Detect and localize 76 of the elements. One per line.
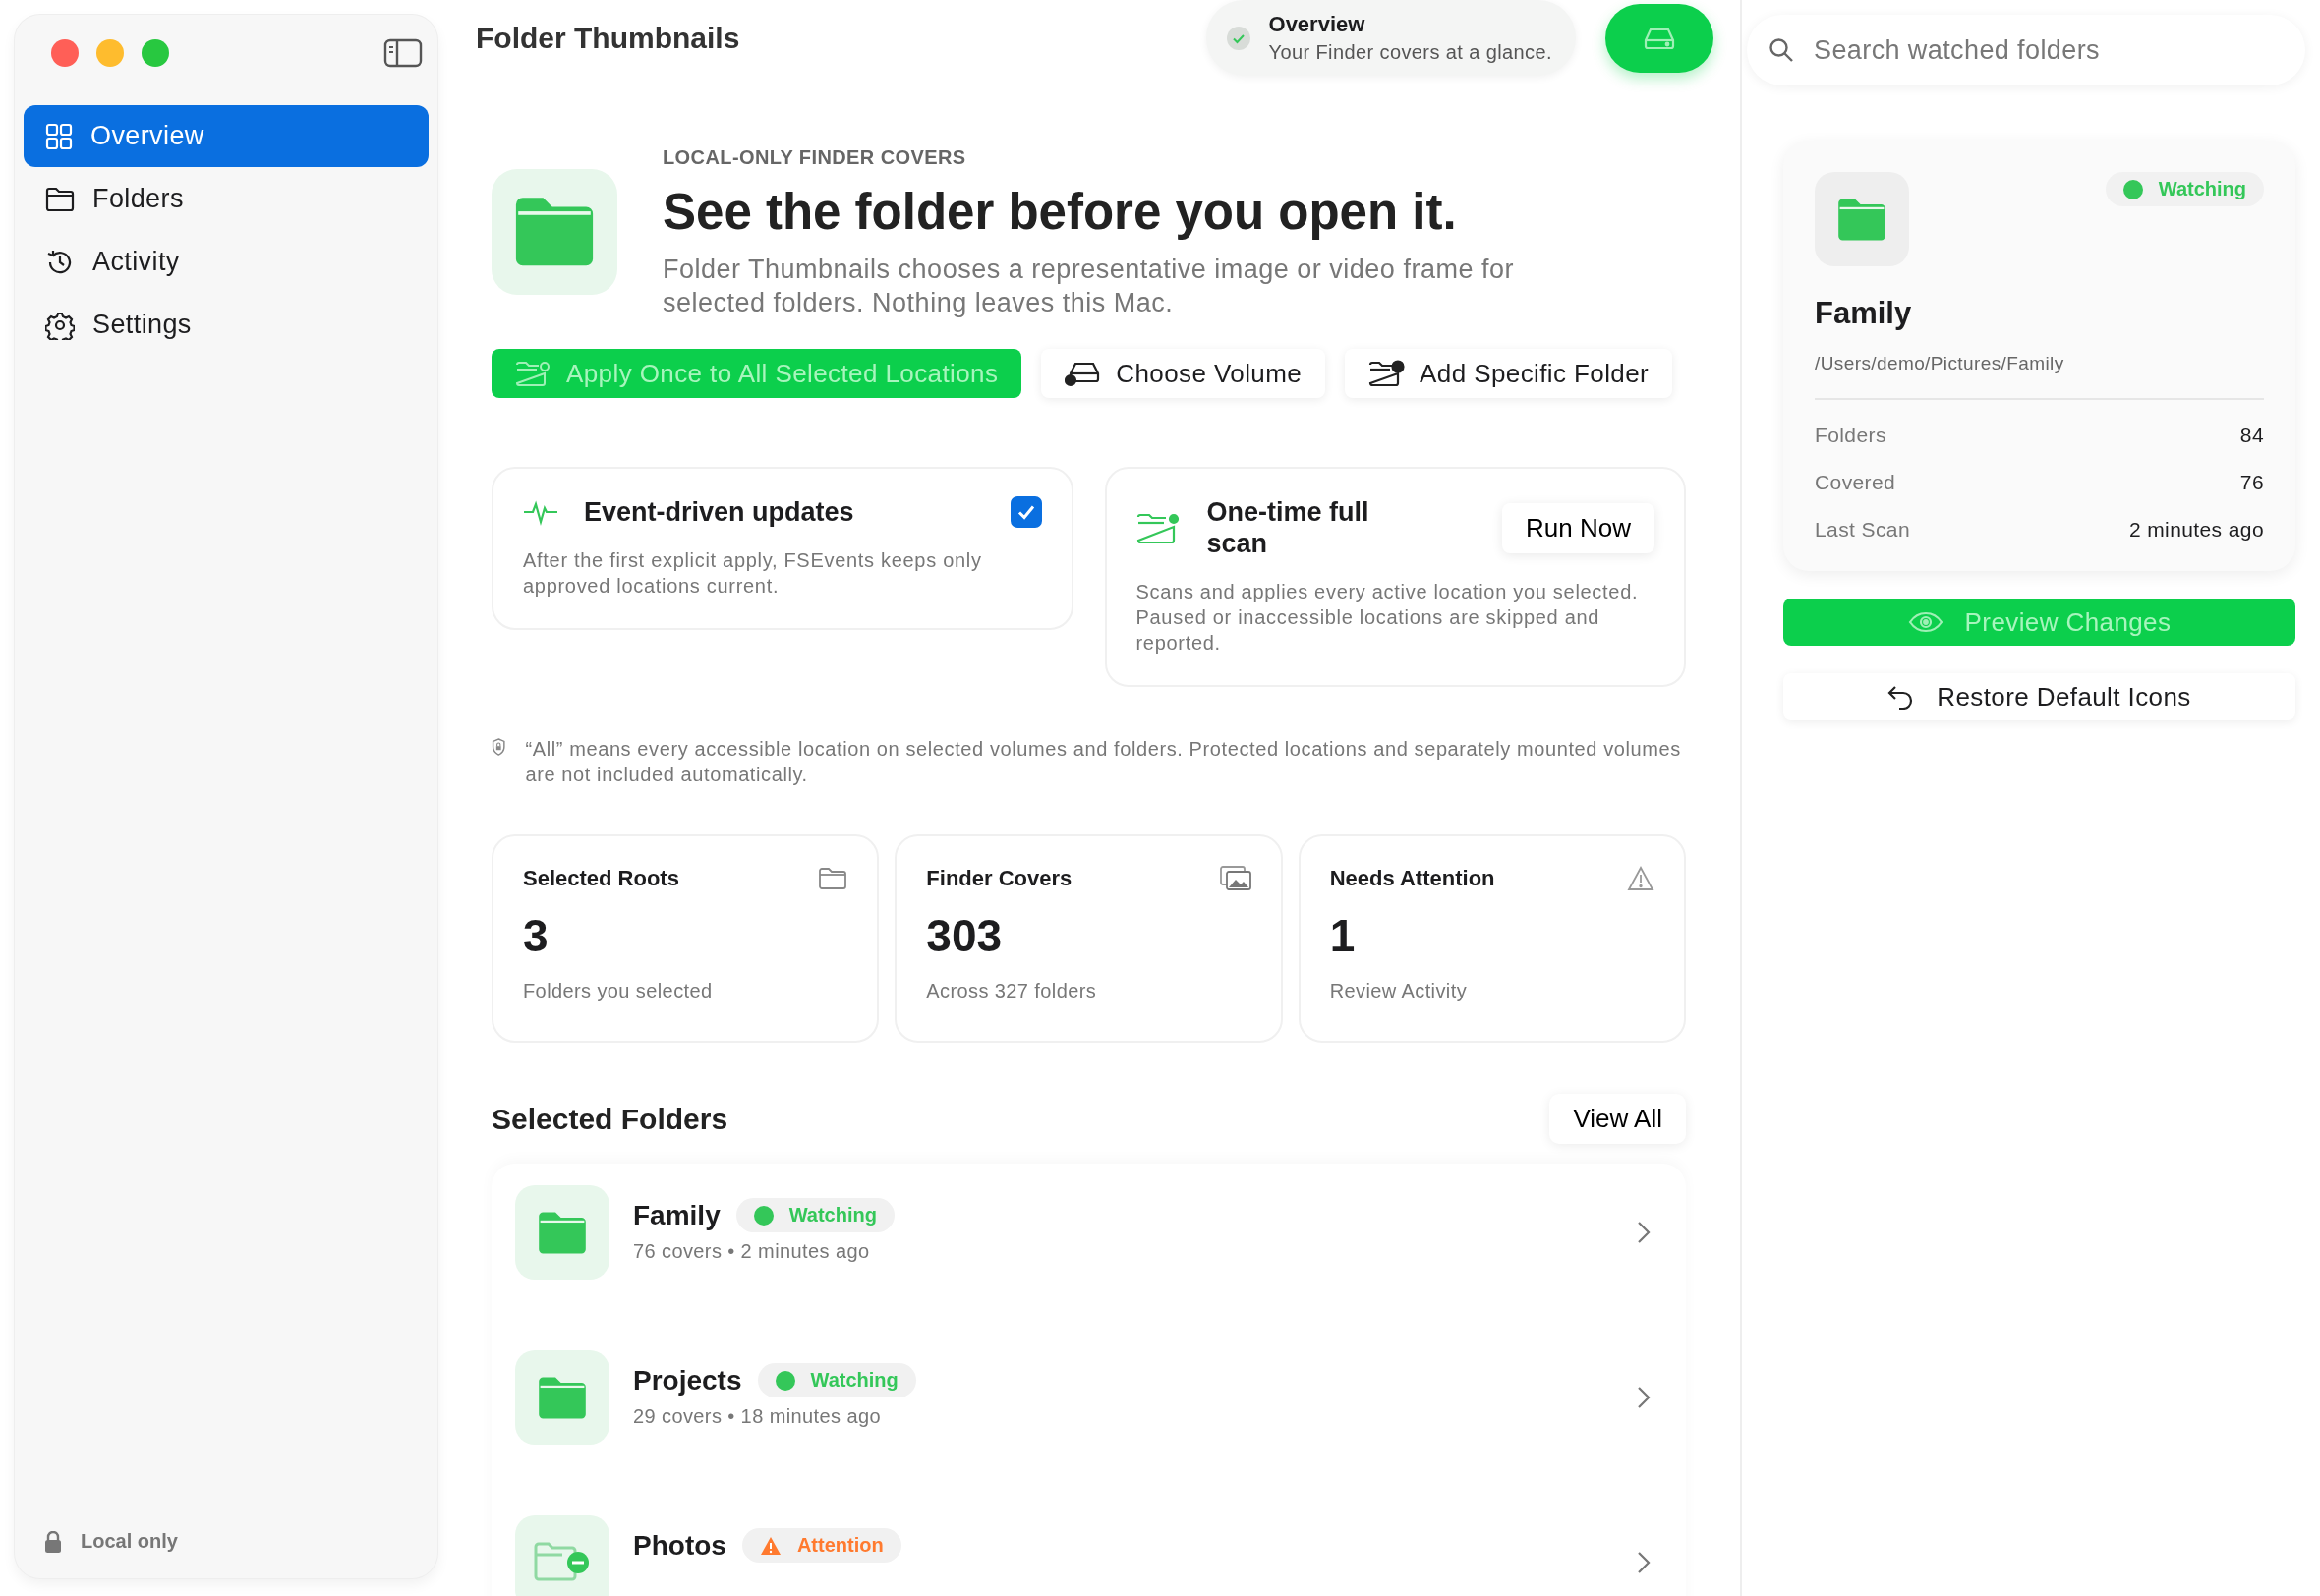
eye-icon: [1907, 611, 1943, 633]
option-title: Event-driven updates: [584, 496, 855, 528]
stat-caption: Review Activity: [1329, 980, 1469, 1002]
status-badge: Watching: [757, 1363, 916, 1397]
fact-value: 2 minutes ago: [2128, 518, 2264, 542]
stat-value: 3: [523, 909, 550, 962]
view-all-button[interactable]: View All: [1549, 1094, 1686, 1144]
folder-subtitle: 29 covers • 18 minutes ago: [633, 1405, 882, 1428]
fact-label: Last Scan: [1815, 518, 1910, 542]
shield-icon: [492, 736, 506, 758]
note-text: “All” means every accessible location on selected volumes and folders. Protected locations and separately mounted volumes are not included automatically.: [525, 737, 1682, 787]
choose-volume-button[interactable]: Choose Volume: [1041, 349, 1326, 398]
hero-heading: See the folder before you open it.: [663, 183, 1458, 241]
status-badge: Attention: [741, 1528, 901, 1563]
sidebar-toggle-icon[interactable]: [383, 38, 423, 68]
folder-name: Family: [1815, 296, 1913, 331]
sidebar-item[interactable]: Overview: [24, 105, 429, 167]
grid-icon: [45, 122, 73, 150]
option-description: Scans and applies every active location you selected. Paused or inaccessible locations are skipped and reported.: [1135, 580, 1640, 656]
zoom-icon[interactable]: [142, 39, 169, 67]
chevron-icon: [1637, 1386, 1651, 1409]
photos-icon: [1219, 866, 1251, 891]
fact-label: Folders: [1815, 424, 1886, 447]
hero-description: Folder Thumbnails chooses a representative image or video frame for selected folders. Nothing leaves this Mac.: [663, 254, 1515, 319]
fact-label: Covered: [1815, 471, 1896, 494]
stat-caption: Across 327 folders: [926, 980, 1098, 1002]
option-title: One-time full scan: [1206, 496, 1370, 559]
folder-row[interactable]: Family Watching 76 covers • 2 minutes ago: [515, 1185, 1662, 1280]
folder-name: Projects: [633, 1364, 742, 1396]
eyebrow-label: LOCAL-ONLY FINDER COVERS: [663, 146, 967, 169]
folder-row[interactable]: Projects Watching 29 covers • 18 minutes ago: [515, 1350, 1662, 1445]
search-field[interactable]: Search watched folders: [1747, 15, 2305, 86]
folder-name: Photos: [633, 1529, 726, 1562]
lock-icon: [45, 1530, 61, 1553]
checkbox[interactable]: [1010, 496, 1042, 528]
close-icon[interactable]: [51, 39, 79, 67]
option-description: After the first explicit apply, FSEvents keeps only approved locations current.: [523, 548, 983, 598]
stat-caption: Folders you selected: [523, 980, 714, 1002]
stat-value: 303: [926, 909, 1004, 962]
sidebar-item[interactable]: Folders: [24, 168, 429, 230]
volume-button[interactable]: [1605, 3, 1713, 73]
folder-icon: [45, 186, 75, 212]
toast-title: Overview: [1268, 12, 1366, 37]
toast-subtitle: Your Finder covers at a glance.: [1268, 41, 1552, 64]
chevron-icon: [1637, 1551, 1651, 1574]
local-only-label: Local only: [81, 1530, 178, 1553]
window-title: Folder Thumbnails: [476, 21, 740, 55]
settings-icon: [45, 310, 75, 340]
warning-icon: [759, 1535, 782, 1556]
restore-button[interactable]: Restore Default Icons: [1783, 673, 2295, 720]
run-now-button[interactable]: Run Now: [1502, 502, 1654, 553]
stat-title: Selected Roots: [523, 866, 679, 891]
stat-value: 1: [1329, 909, 1357, 962]
status-badge: Watching: [2105, 172, 2264, 206]
folder-icon: [818, 867, 848, 890]
section-title: Selected Folders: [492, 1102, 728, 1136]
fact-value: 76: [2239, 471, 2264, 494]
sidebar-item[interactable]: Settings: [24, 294, 429, 356]
status-dot-icon: [2122, 179, 2143, 200]
folder-minus-icon: [533, 1541, 592, 1584]
status-dot-icon: [753, 1205, 774, 1226]
folder-path: /Users/demo/Pictures/Family: [1815, 353, 2264, 400]
warning-icon: [1627, 866, 1654, 891]
folder-row[interactable]: Photos Attention: [515, 1515, 1662, 1596]
fact-value: 84: [2239, 424, 2264, 447]
folder-name: Family: [633, 1199, 721, 1231]
status-dot-icon: [775, 1370, 795, 1391]
add-folder-button[interactable]: Add Specific Folder: [1345, 349, 1673, 398]
checkmark-icon: [1225, 25, 1251, 51]
sidebar-item[interactable]: Activity: [24, 231, 429, 293]
stat-title: Needs Attention: [1329, 866, 1495, 891]
stat-title: Finder Covers: [926, 866, 1073, 891]
minimize-icon[interactable]: [96, 39, 124, 67]
folder-subtitle: 76 covers • 2 minutes ago: [633, 1240, 871, 1263]
chevron-icon: [1637, 1221, 1651, 1244]
status-badge: Watching: [735, 1198, 895, 1232]
